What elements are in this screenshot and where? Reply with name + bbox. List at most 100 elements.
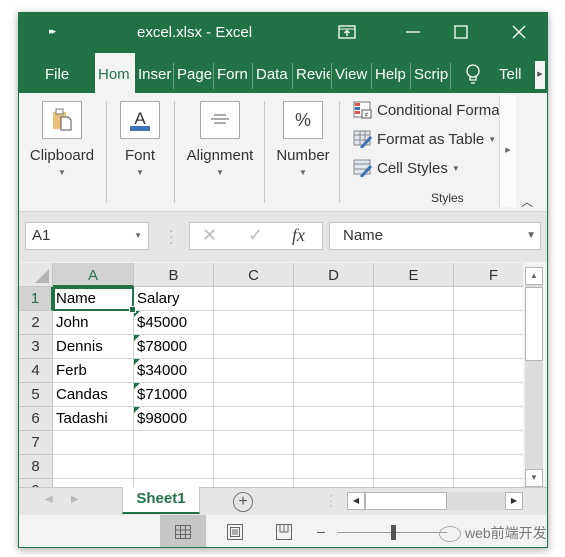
cell-d9[interactable]	[294, 479, 374, 487]
cell-e4[interactable]	[374, 359, 454, 383]
cell-e8[interactable]	[374, 455, 454, 479]
cell-e7[interactable]	[374, 431, 454, 455]
zoom-slider-thumb[interactable]	[391, 525, 396, 540]
tab-insert[interactable]: Inser	[138, 53, 173, 93]
close-button[interactable]	[505, 19, 533, 45]
tab-file[interactable]: File	[45, 53, 79, 93]
cell-c9[interactable]	[214, 479, 294, 487]
formula-bar-grip[interactable]: · · ·	[169, 223, 174, 249]
cell-e5[interactable]	[374, 383, 454, 407]
chevron-down-icon[interactable]: ▼	[134, 223, 142, 249]
tab-split-grip[interactable]: · · ·	[329, 489, 333, 511]
cell-c4[interactable]	[214, 359, 294, 383]
lightbulb-icon[interactable]	[465, 64, 481, 91]
insert-function-icon[interactable]: fx	[292, 225, 305, 246]
cell-b4[interactable]: $34000	[134, 359, 214, 383]
cell-c6[interactable]	[214, 407, 294, 431]
row-header-5[interactable]: 5	[19, 383, 53, 407]
cell-e1[interactable]	[374, 287, 454, 311]
next-sheet-icon[interactable]: ▶	[71, 494, 79, 505]
cell-b8[interactable]	[134, 455, 214, 479]
row-header-2[interactable]: 2	[19, 311, 53, 335]
collapse-ribbon-icon[interactable]: ︿	[521, 193, 533, 210]
page-break-preview-button[interactable]	[261, 515, 307, 547]
sheet-tab-sheet1[interactable]: Sheet1	[122, 487, 200, 514]
cell-f2[interactable]	[454, 311, 523, 335]
cell-f5[interactable]	[454, 383, 523, 407]
cell-c1[interactable]	[214, 287, 294, 311]
previous-sheet-icon[interactable]: ◀	[45, 494, 53, 505]
tab-review[interactable]: Revie	[296, 53, 330, 93]
number-group[interactable]: % Number ▼	[271, 101, 335, 177]
cell-f1[interactable]	[454, 287, 523, 311]
vertical-scroll-thumb[interactable]	[525, 287, 543, 361]
normal-view-button[interactable]	[160, 515, 206, 547]
cell-a5[interactable]: Candas	[53, 383, 134, 407]
cell-d5[interactable]	[294, 383, 374, 407]
row-header-8[interactable]: 8	[19, 455, 53, 479]
scroll-left-icon[interactable]: ◀	[347, 492, 365, 510]
cell-c3[interactable]	[214, 335, 294, 359]
formula-input[interactable]: Name ▼	[329, 222, 541, 250]
cell-d1[interactable]	[294, 287, 374, 311]
customize-quick-access-icon[interactable]: ▸▸	[49, 26, 56, 37]
column-header-a[interactable]: A	[53, 263, 134, 287]
expand-formula-bar-icon[interactable]: ▼	[526, 223, 536, 249]
scroll-up-icon[interactable]: ▲	[525, 267, 543, 285]
tabs-scroll-right-icon[interactable]: ▶	[535, 61, 545, 89]
cell-a6[interactable]: Tadashi	[53, 407, 134, 431]
tab-page-layout[interactable]: Page	[177, 53, 213, 93]
tab-formulas[interactable]: Forn	[217, 53, 251, 93]
cell-d4[interactable]	[294, 359, 374, 383]
column-header-d[interactable]: D	[294, 263, 374, 287]
cell-d6[interactable]	[294, 407, 374, 431]
cell-e2[interactable]	[374, 311, 454, 335]
cell-b5[interactable]: $71000	[134, 383, 214, 407]
minimize-button[interactable]	[399, 19, 427, 45]
ribbon-display-options-button[interactable]	[333, 19, 361, 45]
page-layout-view-button[interactable]	[212, 515, 258, 547]
column-header-f[interactable]: F	[454, 263, 523, 287]
cell-a4[interactable]: Ferb	[53, 359, 134, 383]
horizontal-scroll-thumb[interactable]	[365, 492, 447, 510]
cell-styles-button[interactable]: Cell Styles ▼	[353, 159, 460, 177]
cell-a7[interactable]	[53, 431, 134, 455]
horizontal-scrollbar[interactable]: ◀ ▶	[347, 492, 523, 510]
row-header-1[interactable]: 1	[19, 287, 53, 311]
clipboard-group[interactable]: Clipboard ▼	[25, 101, 99, 177]
cell-d3[interactable]	[294, 335, 374, 359]
tab-view[interactable]: View	[335, 53, 371, 93]
enter-icon[interactable]: ✓	[248, 225, 263, 246]
column-header-e[interactable]: E	[374, 263, 454, 287]
row-header-9[interactable]: 9	[19, 479, 53, 487]
cell-e9[interactable]	[374, 479, 454, 487]
cell-b2[interactable]: $45000	[134, 311, 214, 335]
cell-a8[interactable]	[53, 455, 134, 479]
maximize-button[interactable]	[447, 19, 475, 45]
cell-a3[interactable]: Dennis	[53, 335, 134, 359]
cancel-icon[interactable]: ✕	[202, 225, 217, 246]
vertical-scrollbar[interactable]: ▲ ▼	[525, 267, 543, 487]
cell-c7[interactable]	[214, 431, 294, 455]
cell-a2[interactable]: John	[53, 311, 134, 335]
tab-data[interactable]: Data	[256, 53, 292, 93]
alignment-group[interactable]: Alignment ▼	[181, 101, 259, 177]
cell-c2[interactable]	[214, 311, 294, 335]
tab-help[interactable]: Help	[375, 53, 411, 93]
format-as-table-button[interactable]: Format as Table ▼	[353, 130, 496, 148]
cell-b7[interactable]	[134, 431, 214, 455]
cell-a9[interactable]	[53, 479, 134, 487]
cell-b6[interactable]: $98000	[134, 407, 214, 431]
cell-f3[interactable]	[454, 335, 523, 359]
column-header-b[interactable]: B	[134, 263, 214, 287]
tab-home[interactable]: Hom	[95, 53, 135, 93]
cell-f8[interactable]	[454, 455, 523, 479]
conditional-formatting-button[interactable]: ≠ Conditional Forma	[353, 101, 500, 119]
worksheet-grid[interactable]: A B C D E F 1 Name Salary 2 John $45000 3 Denni…	[19, 263, 523, 487]
cell-f9[interactable]	[454, 479, 523, 487]
row-header-6[interactable]: 6	[19, 407, 53, 431]
column-header-c[interactable]: C	[214, 263, 294, 287]
cell-d8[interactable]	[294, 455, 374, 479]
zoom-out-button[interactable]: –	[317, 523, 325, 539]
scroll-down-icon[interactable]: ▼	[525, 469, 543, 487]
